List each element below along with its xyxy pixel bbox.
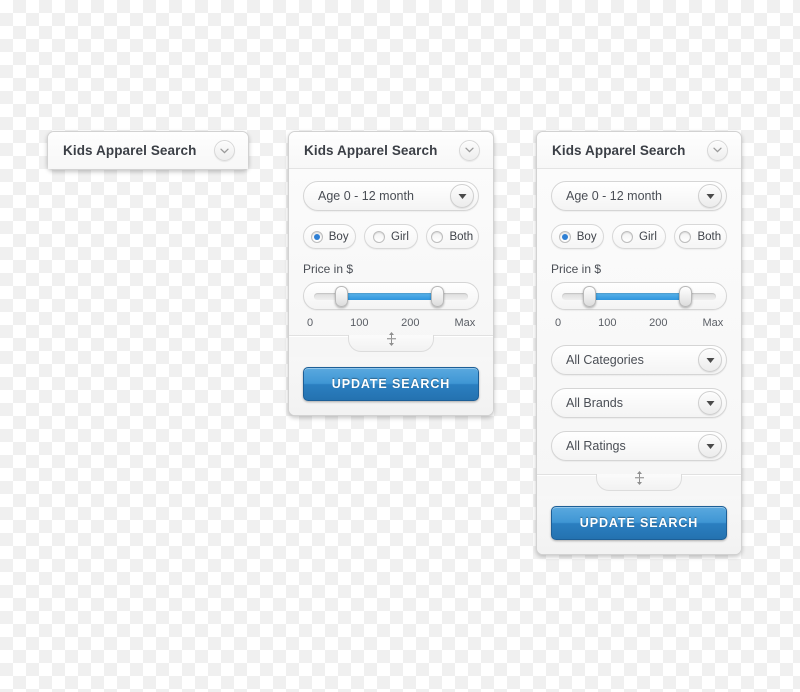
slider-fill <box>589 292 686 300</box>
triangle-down-icon[interactable] <box>450 184 474 208</box>
categories-dropdown-value: All Categories <box>566 353 644 367</box>
radio-indicator-both <box>431 230 444 243</box>
search-panel-full: Kids Apparel Search Age 0 - 12 month Boy <box>536 131 742 555</box>
radio-indicator-girl <box>373 230 386 243</box>
triangle-down-icon[interactable] <box>698 348 722 372</box>
slider-tick-0: 0 <box>554 317 562 329</box>
resize-grip-zone[interactable] <box>537 471 741 496</box>
update-search-button[interactable]: UPDATE SEARCH <box>303 367 479 401</box>
triangle-down-icon[interactable] <box>698 391 722 415</box>
radio-label-both: Both <box>449 230 474 243</box>
radio-label-boy: Boy <box>576 230 597 243</box>
slider-tick-max: Max <box>702 317 724 329</box>
slider-tick-200: 200 <box>401 317 420 329</box>
slider-handle-max[interactable] <box>430 285 444 307</box>
radio-indicator-boy <box>310 230 323 243</box>
radio-indicator-boy <box>558 230 571 243</box>
vertical-resize-icon[interactable] <box>383 330 399 348</box>
price-slider-label: Price in $ <box>551 262 602 276</box>
chevron-down-icon[interactable] <box>214 140 235 161</box>
slider-tick-100: 100 <box>598 317 617 329</box>
price-slider-label: Price in $ <box>303 262 354 276</box>
radio-label-both: Both <box>697 230 722 243</box>
chevron-down-icon[interactable] <box>707 139 728 161</box>
chevron-down-icon[interactable] <box>459 139 480 161</box>
slider-tick-200: 200 <box>649 317 668 329</box>
slider-tick-max: Max <box>454 317 476 329</box>
search-panel-collapsed: Kids Apparel Search <box>47 131 249 170</box>
slider-fill <box>341 292 438 300</box>
age-dropdown[interactable]: Age 0 - 12 month <box>551 181 727 211</box>
gender-radio-group: Boy Girl Both <box>551 224 727 249</box>
brands-dropdown[interactable]: All Brands <box>551 388 727 418</box>
age-dropdown[interactable]: Age 0 - 12 month <box>303 181 479 211</box>
page-title: Kids Apparel Search <box>552 142 686 158</box>
panel-body: Age 0 - 12 month Boy Girl Both Price in … <box>289 169 493 357</box>
page-title: Kids Apparel Search <box>63 143 197 158</box>
page-title: Kids Apparel Search <box>304 142 438 158</box>
triangle-down-icon[interactable] <box>698 184 722 208</box>
slider-handle-min[interactable] <box>583 285 597 307</box>
categories-dropdown[interactable]: All Categories <box>551 345 727 375</box>
price-range-slider[interactable] <box>303 282 479 310</box>
vertical-resize-icon[interactable] <box>631 469 647 487</box>
panel-footer: UPDATE SEARCH <box>289 357 493 415</box>
update-search-button[interactable]: UPDATE SEARCH <box>551 506 727 540</box>
age-dropdown-value: Age 0 - 12 month <box>566 189 662 203</box>
slider-tick-labels: 0 100 200 Max <box>551 313 727 331</box>
slider-tick-100: 100 <box>350 317 369 329</box>
ratings-dropdown[interactable]: All Ratings <box>551 431 727 461</box>
resize-grip-zone[interactable] <box>289 332 493 357</box>
radio-option-both[interactable]: Both <box>673 224 727 249</box>
slider-tick-labels: 0 100 200 Max <box>303 313 479 331</box>
ratings-dropdown-value: All Ratings <box>566 439 626 453</box>
radio-option-boy[interactable]: Boy <box>303 224 357 249</box>
panel-header[interactable]: Kids Apparel Search <box>289 132 493 169</box>
search-panel-short: Kids Apparel Search Age 0 - 12 month Boy <box>288 131 494 416</box>
radio-indicator-girl <box>621 230 634 243</box>
radio-label-girl: Girl <box>391 230 409 243</box>
radio-label-girl: Girl <box>639 230 657 243</box>
brands-dropdown-value: All Brands <box>566 396 623 410</box>
radio-label-boy: Boy <box>328 230 349 243</box>
triangle-down-icon[interactable] <box>698 434 722 458</box>
age-dropdown-value: Age 0 - 12 month <box>318 189 414 203</box>
radio-option-girl[interactable]: Girl <box>612 224 666 249</box>
panel-header[interactable]: Kids Apparel Search <box>48 132 248 169</box>
slider-handle-min[interactable] <box>335 285 349 307</box>
radio-option-girl[interactable]: Girl <box>364 224 418 249</box>
slider-handle-max[interactable] <box>678 285 692 307</box>
slider-tick-0: 0 <box>306 317 314 329</box>
gender-radio-group: Boy Girl Both <box>303 224 479 249</box>
radio-option-boy[interactable]: Boy <box>551 224 605 249</box>
radio-indicator-both <box>679 230 692 243</box>
radio-option-both[interactable]: Both <box>425 224 479 249</box>
panel-header[interactable]: Kids Apparel Search <box>537 132 741 169</box>
panel-footer: UPDATE SEARCH <box>537 496 741 554</box>
price-range-slider[interactable] <box>551 282 727 310</box>
panel-body: Age 0 - 12 month Boy Girl Both Price in … <box>537 169 741 496</box>
